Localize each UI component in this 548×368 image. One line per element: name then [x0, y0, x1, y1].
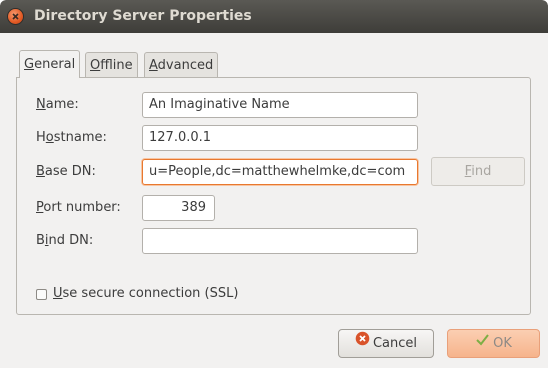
cancel-button[interactable]: Cancel — [338, 329, 434, 358]
ssl-checkbox-label[interactable]: Use secure connection (SSL) — [53, 286, 238, 301]
base-dn-label: Base DN: — [36, 164, 96, 179]
checkmark-icon — [475, 329, 490, 356]
name-label: Name: — [36, 97, 79, 112]
tab-advanced[interactable]: Advanced — [144, 52, 219, 77]
close-icon — [12, 13, 19, 20]
cancel-icon — [355, 329, 370, 356]
ssl-checkbox[interactable] — [36, 289, 47, 300]
title-bar: Directory Server Properties — [0, 0, 548, 33]
tab-offline[interactable]: Offline — [85, 52, 138, 77]
base-dn-field[interactable]: u=People,dc=matthewhelmke,dc=com — [142, 159, 418, 185]
bind-dn-field[interactable] — [142, 228, 418, 254]
name-field[interactable]: An Imaginative Name — [142, 92, 418, 118]
port-number-label: Port number: — [36, 200, 121, 215]
find-button[interactable]: Find — [431, 157, 525, 186]
hostname-field[interactable]: 127.0.0.1 — [142, 125, 418, 151]
ok-button[interactable]: OK — [447, 329, 540, 358]
tab-general[interactable]: General — [19, 50, 81, 78]
close-button[interactable] — [8, 9, 23, 24]
port-number-field[interactable]: 389 — [142, 195, 215, 221]
ok-label: OK — [493, 336, 512, 351]
bind-dn-label: Bind DN: — [36, 233, 94, 248]
hostname-label: Hostname: — [36, 130, 107, 145]
dialog-window: Directory Server Properties General Offl… — [0, 0, 548, 368]
cancel-label: Cancel — [372, 336, 418, 351]
window-title: Directory Server Properties — [34, 8, 252, 24]
